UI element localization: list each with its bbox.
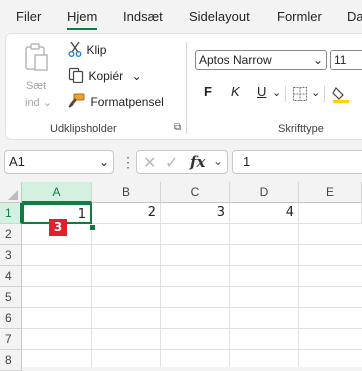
font-name-value: Aptos Narrow (199, 53, 272, 67)
chevron-down-icon: ⌄ (312, 53, 323, 67)
row-header-6[interactable]: 6 (0, 308, 22, 329)
clipboard-group-label: Udklipsholder (50, 123, 117, 135)
annotation-badge: 3 (49, 219, 67, 236)
row-header-8[interactable]: 8 (0, 350, 22, 371)
font-name-combobox[interactable]: Aptos Narrow ⌄ (195, 50, 327, 70)
chevron-down-icon: ⌄ (131, 69, 142, 83)
cancel-icon[interactable]: ✕ (143, 153, 156, 173)
column-header-d[interactable]: D (230, 182, 299, 203)
name-box-value: A1 (9, 154, 25, 169)
fill-color-icon[interactable] (331, 84, 351, 104)
dialog-launcher-icon[interactable]: ⧉ (174, 122, 181, 133)
tab-formler[interactable]: Formler (277, 9, 322, 24)
tab-sidelayout[interactable]: Sidelayout (189, 9, 250, 24)
cut-label: Klip (86, 43, 107, 57)
tab-indsaet[interactable]: Indsæt (123, 9, 163, 24)
formula-bar-area: A1 ⌄ ⋮ ✕ ✓ fx ⌄ 1 (0, 140, 362, 182)
chevron-down-icon[interactable]: ⌄ (311, 86, 320, 99)
format-painter-label: Formatpensel (90, 95, 164, 109)
copy-button[interactable]: Kopiér ⌄ (68, 67, 142, 85)
borders-icon[interactable] (292, 86, 308, 102)
more-options-icon[interactable]: ⋮ (121, 154, 135, 171)
chevron-down-icon: ⌄ (42, 97, 52, 109)
chevron-down-icon: ⌄ (98, 155, 109, 169)
fill-handle[interactable] (89, 224, 96, 231)
row-header-4[interactable]: 4 (0, 266, 22, 287)
cut-button[interactable]: Klip (68, 41, 106, 59)
italic-button[interactable]: K (231, 84, 240, 99)
row-header-1[interactable]: 1 (0, 203, 22, 224)
format-painter-button[interactable]: Formatpensel (68, 93, 164, 111)
column-header-c[interactable]: C (161, 182, 230, 203)
row-header-2[interactable]: 2 (0, 224, 22, 245)
select-all-triangle-icon (8, 190, 18, 200)
font-size-value: 11 (334, 53, 347, 67)
chevron-down-icon[interactable]: ⌄ (272, 86, 281, 99)
formula-controls: ✕ ✓ fx ⌄ (136, 150, 228, 174)
cell-c1[interactable]: 3 (161, 203, 230, 224)
separator (324, 86, 325, 102)
cell-e1[interactable] (299, 203, 362, 224)
copy-label: Kopiér (88, 69, 124, 83)
row-header-7[interactable]: 7 (0, 329, 22, 350)
paste-label: Sæt (26, 80, 47, 92)
tab-data[interactable]: Da (347, 9, 362, 24)
group-separator (186, 42, 187, 134)
clipboard-icon (25, 43, 48, 71)
grid-lines (22, 224, 362, 367)
separator (285, 86, 286, 102)
row-header-5[interactable]: 5 (0, 287, 22, 308)
cell-d1[interactable]: 4 (230, 203, 299, 224)
format-painter-icon (68, 93, 85, 108)
font-group-label: Skrifttype (278, 123, 324, 135)
tab-hjem[interactable]: Hjem (67, 9, 98, 30)
chevron-down-icon[interactable]: ⌄ (213, 154, 223, 168)
select-all-corner[interactable] (0, 182, 22, 203)
column-header-a[interactable]: A (22, 182, 92, 203)
name-box[interactable]: A1 ⌄ (4, 150, 114, 174)
ribbon: Sæt ind ⌄ Klip Kopiér ⌄ Formatpensel Udk… (5, 33, 362, 140)
insert-function-icon[interactable]: fx (190, 153, 205, 171)
formula-value: 1 (243, 154, 251, 169)
copy-icon (68, 67, 84, 84)
underline-button[interactable]: U (257, 84, 266, 99)
ribbon-tabs: Filer Hjem Indsæt Sidelayout Formler Da (0, 0, 362, 33)
bold-button[interactable]: F (204, 84, 212, 99)
spreadsheet-grid[interactable]: A B C D E 1 2 3 4 5 6 7 8 1 2 3 4 (0, 182, 362, 371)
column-header-e[interactable]: E (299, 182, 362, 203)
scissors-icon (68, 41, 82, 57)
tab-filer[interactable]: Filer (16, 9, 41, 24)
check-icon[interactable]: ✓ (165, 153, 178, 173)
column-header-b[interactable]: B (92, 182, 161, 203)
font-size-combobox[interactable]: 11 (330, 50, 362, 70)
paste-button[interactable]: Sæt ind ⌄ (23, 42, 52, 110)
paste-label-2: ind (25, 97, 40, 109)
cell-b1[interactable]: 2 (92, 203, 161, 224)
formula-input[interactable]: 1 (232, 150, 362, 174)
row-header-3[interactable]: 3 (0, 245, 22, 266)
